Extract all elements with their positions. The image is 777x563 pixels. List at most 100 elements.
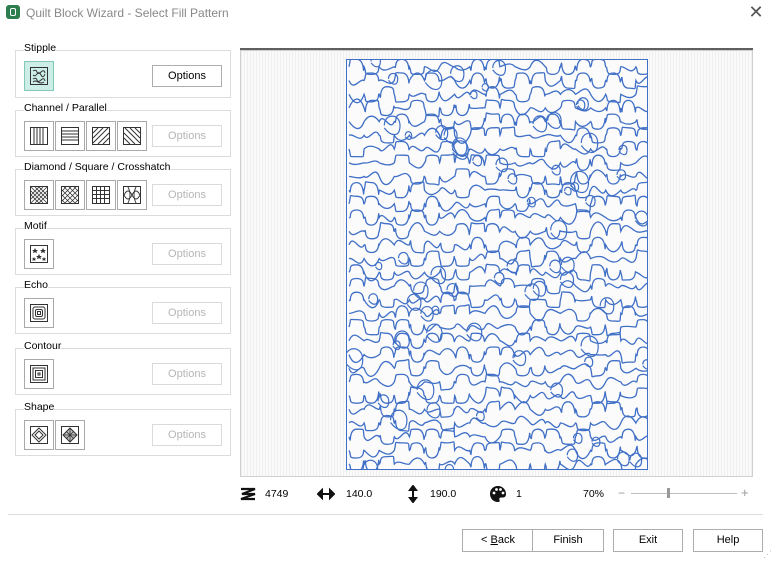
stipple-stitch-loop — [450, 65, 465, 83]
stitch-count-value: 4749 — [265, 488, 289, 500]
stipple-stitch-loop — [549, 259, 562, 274]
group-title-contour: Contour — [24, 340, 62, 352]
zoom-out-button[interactable]: − — [618, 486, 625, 500]
wavy-crosshatch-tile[interactable] — [117, 180, 147, 210]
stipple-stitch-loop — [551, 164, 561, 176]
square-grid-icon — [92, 186, 110, 204]
group-title-diamond: Diamond / Square / Crosshatch — [24, 161, 171, 173]
stipple-stitch-loop — [563, 186, 572, 196]
channel-options-button[interactable]: Options — [152, 125, 222, 147]
horizontal-lines-icon — [61, 127, 79, 145]
group-title-motif: Motif — [24, 220, 47, 232]
zoom-value: 70% — [583, 488, 605, 500]
channel-diagonal-left-tile[interactable] — [117, 121, 147, 151]
stipple-stitch-path — [348, 414, 647, 432]
stipple-options-button[interactable]: Options — [152, 65, 222, 87]
group-title-stipple: Stipple — [24, 42, 57, 54]
stitch-count-icon — [240, 487, 256, 501]
zoom-slider-track[interactable] — [631, 493, 737, 494]
stipple-stitch-path — [348, 168, 647, 186]
channel-horizontal-tile[interactable] — [55, 121, 85, 151]
stipple-stitch-loop — [591, 436, 601, 448]
contour-options-button[interactable]: Options — [152, 363, 222, 385]
stipple-stitch-path — [348, 373, 647, 391]
quilt-block-preview — [346, 59, 648, 470]
square-grid-tile[interactable] — [86, 180, 116, 210]
nested-diamond-icon — [30, 426, 48, 444]
group-motif: Motif Options — [15, 220, 231, 275]
group-title-echo: Echo — [24, 279, 48, 291]
stipple-stitch-loop — [469, 90, 478, 100]
stipple-stitch-path — [348, 358, 647, 378]
stipple-stitch-path — [348, 318, 647, 337]
stipple-stitch-path — [348, 331, 647, 350]
channel-vertical-tile[interactable] — [24, 121, 54, 151]
stipple-stitch-loop — [368, 293, 379, 305]
group-contour: Contour Options — [15, 340, 231, 395]
checker-diamond-icon — [61, 426, 79, 444]
finish-button[interactable]: Finish — [532, 529, 604, 552]
vertical-lines-icon — [30, 127, 48, 145]
resize-grip-icon[interactable]: ⋰ — [763, 549, 772, 560]
stipple-icon — [30, 67, 48, 85]
stipple-stitch-loop — [493, 271, 505, 285]
stipple-stitch-path — [348, 236, 647, 254]
diamond-options-button[interactable]: Options — [152, 184, 222, 206]
stipple-stitch-loop — [577, 97, 589, 111]
group-stipple: Stipple Options — [15, 42, 231, 98]
stipple-stitch-loop — [370, 60, 382, 68]
group-echo: Echo Options — [15, 279, 231, 334]
group-channel-parallel: Channel / Parallel Options — [15, 102, 231, 157]
diagonal-lines-left-icon — [123, 127, 141, 145]
stipple-fill-pattern — [347, 60, 647, 469]
zoom-slider-thumb[interactable] — [667, 488, 670, 498]
stipple-stitch-path — [348, 400, 647, 418]
stipple-stitch-loop — [599, 297, 615, 315]
height-arrows-icon — [408, 485, 418, 503]
stipple-stitch-path — [348, 208, 647, 226]
window-title: Quilt Block Wizard - Select Fill Pattern — [26, 6, 229, 20]
stipple-stitch-loop — [616, 451, 630, 467]
back-accelerator: B — [490, 534, 498, 546]
stipple-stitch-loop — [524, 283, 540, 301]
echo-options-button[interactable]: Options — [152, 302, 222, 324]
palette-icon — [490, 486, 506, 502]
stipple-stitch-loop — [397, 251, 409, 265]
shape-options-button[interactable]: Options — [152, 424, 222, 446]
stipple-stitch-loop — [375, 261, 383, 271]
stipple-stitch-path — [348, 346, 647, 364]
color-count-value: 1 — [516, 488, 522, 500]
diagonal-lines-right-icon — [92, 127, 110, 145]
motif-tile[interactable] — [24, 239, 54, 269]
stars-icon — [30, 245, 48, 263]
back-suffix: ack — [497, 534, 515, 546]
contour-tile[interactable] — [24, 359, 54, 389]
stipple-stitch-loop — [559, 271, 575, 289]
motif-options-button[interactable]: Options — [152, 243, 222, 265]
stipple-pattern-tile[interactable] — [24, 61, 54, 91]
stipple-stitch-path — [348, 181, 647, 199]
stipple-stitch-path — [348, 60, 647, 76]
diamond-tile[interactable] — [24, 180, 54, 210]
stipple-stitch-loop — [550, 220, 568, 241]
stipple-stitch-loop — [390, 409, 408, 431]
stipple-stitch-loop — [444, 463, 455, 469]
crosshatch-tile[interactable] — [55, 180, 85, 210]
stipple-stitch-path — [348, 85, 647, 104]
stipple-stitch-path — [348, 249, 647, 268]
height-value: 190.0 — [430, 488, 457, 500]
zoom-in-button[interactable]: + — [741, 485, 749, 500]
channel-diagonal-right-tile[interactable] — [86, 121, 116, 151]
stipple-stitch-loop — [472, 154, 483, 167]
close-icon[interactable]: ✕ — [745, 2, 767, 22]
stipple-stitch-loop — [507, 173, 518, 185]
shape-pattern-tile[interactable] — [55, 420, 85, 450]
exit-button[interactable]: Exit — [613, 529, 683, 552]
stipple-stitch-path — [348, 140, 647, 158]
back-button[interactable]: < Back — [462, 529, 534, 552]
diamond-grid-icon — [30, 186, 48, 204]
help-button[interactable]: Help — [693, 529, 763, 552]
stipple-stitch-loop — [481, 83, 490, 92]
echo-tile[interactable] — [24, 298, 54, 328]
shape-diamond-tile[interactable] — [24, 420, 54, 450]
